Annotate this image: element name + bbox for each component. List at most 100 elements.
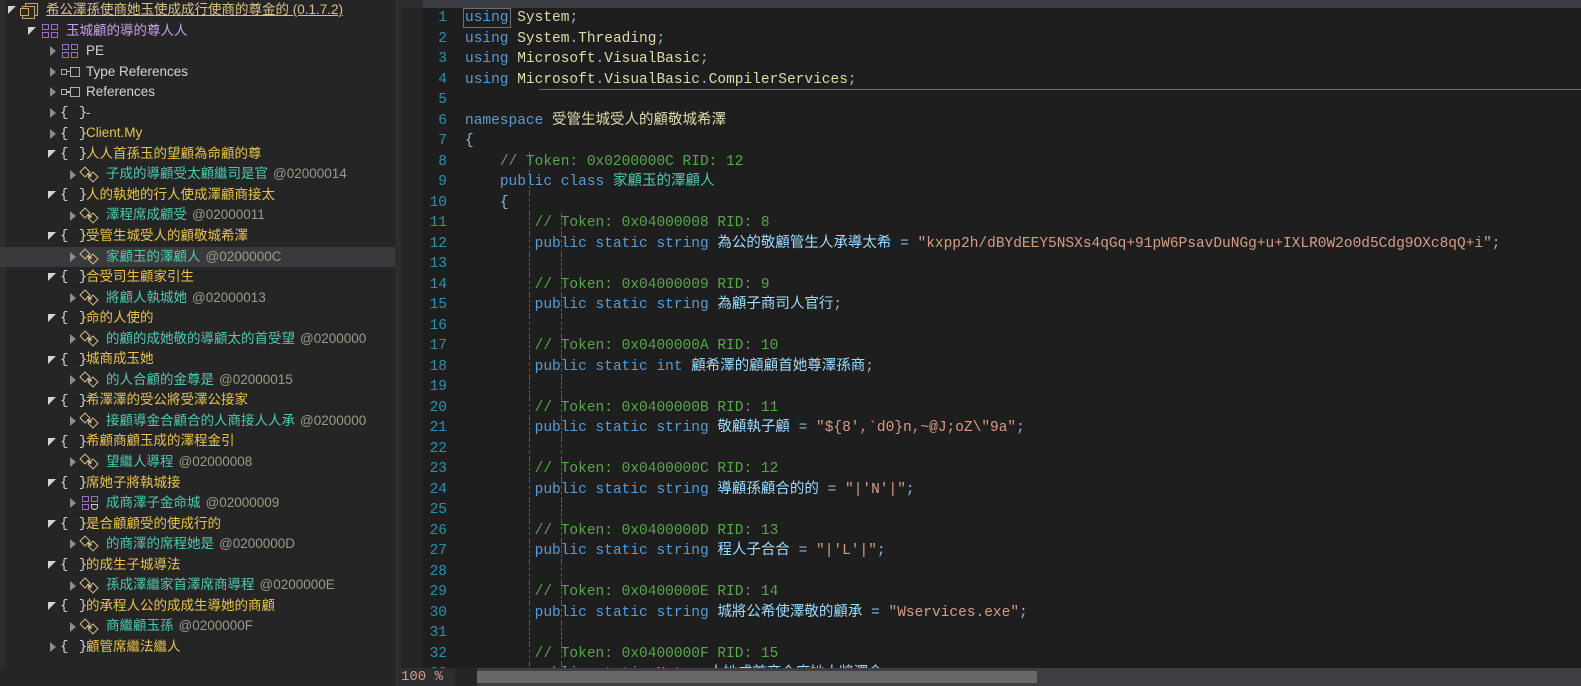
tree-row[interactable]: { } 命的人使的 bbox=[0, 308, 395, 329]
chevron-right-icon[interactable] bbox=[46, 124, 60, 144]
chevron-right-icon[interactable] bbox=[66, 576, 80, 596]
code-line[interactable]: 14 // Token: 0x04000009 RID: 9 bbox=[395, 274, 1581, 295]
code-line[interactable]: 5 bbox=[395, 90, 1581, 111]
chevron-down-icon[interactable] bbox=[46, 432, 60, 452]
code-line[interactable]: 3 using Microsoft.VisualBasic; bbox=[395, 49, 1581, 70]
chevron-down-icon[interactable] bbox=[26, 21, 40, 41]
horizontal-scrollbar-thumb[interactable] bbox=[477, 671, 1037, 683]
tree-row[interactable]: 希公澤孫使商她玉使成成行使商的尊金的 (0.1.7.2) bbox=[0, 0, 395, 21]
code-line[interactable]: 22 bbox=[395, 438, 1581, 459]
tree-row[interactable]: 澤程席成顧受 @02000011 bbox=[0, 205, 395, 226]
code-line-text[interactable]: namespace 受管生城受人的顧敬城希澤 bbox=[457, 111, 1581, 132]
code-line-text[interactable]: public static string 城將公希使澤敬的顧承 = "Wserv… bbox=[457, 602, 1581, 623]
chevron-right-icon[interactable] bbox=[46, 62, 60, 82]
code-line-text[interactable] bbox=[457, 377, 1581, 398]
chevron-right-icon[interactable] bbox=[46, 637, 60, 657]
tree-row[interactable]: { } 的承程人公的成成生導她的商顧 bbox=[0, 596, 395, 617]
code-line-text[interactable] bbox=[457, 438, 1581, 459]
code-line[interactable]: 16 bbox=[395, 315, 1581, 336]
chevron-down-icon[interactable] bbox=[46, 514, 60, 534]
code-line[interactable]: 10 { bbox=[395, 192, 1581, 213]
code-line[interactable]: 9 public class 家顧玉的澤顧人 bbox=[395, 172, 1581, 193]
tree-row[interactable]: { } 人的執她的行人使成澤顧商接太 bbox=[0, 185, 395, 206]
tree-row[interactable]: 孫成澤繼家首澤席商導程 @0200000E bbox=[0, 575, 395, 596]
code-line-text[interactable]: // Token: 0x0400000A RID: 10 bbox=[457, 336, 1581, 357]
code-line[interactable]: 18 public static int 顧希澤的顧顧首她尊澤孫商; bbox=[395, 356, 1581, 377]
code-line-text[interactable]: // Token: 0x0400000D RID: 13 bbox=[457, 520, 1581, 541]
code-line-text[interactable]: { bbox=[457, 192, 1581, 213]
chevron-right-icon[interactable] bbox=[66, 247, 80, 267]
chevron-right-icon[interactable] bbox=[66, 617, 80, 637]
tree-row[interactable]: 的商澤的席程她是 @0200000D bbox=[0, 534, 395, 555]
tree-row[interactable]: 玉城顧的導的尊人人 bbox=[0, 21, 395, 42]
tree-row[interactable]: { } Client.My bbox=[0, 123, 395, 144]
tree-row[interactable]: Type References bbox=[0, 62, 395, 83]
code-line-text[interactable] bbox=[457, 623, 1581, 644]
tree-row[interactable]: 的顧的成她敬的導顧太的首受望 @0200000 bbox=[0, 329, 395, 350]
code-line-text[interactable] bbox=[457, 500, 1581, 521]
code-line[interactable]: 21 public static string 敬顧執子顧 = "${8',`d… bbox=[395, 418, 1581, 439]
chevron-down-icon[interactable] bbox=[46, 308, 60, 328]
code-line-text[interactable]: // Token: 0x0400000C RID: 12 bbox=[457, 459, 1581, 480]
code-line[interactable]: 7{ bbox=[395, 131, 1581, 152]
code-line-text[interactable]: public static string 為公的敬顧管生人承導太希 = "kxp… bbox=[457, 233, 1581, 254]
tree-row[interactable]: 子成的導顧受太顧繼司是官 @02000014 bbox=[0, 164, 395, 185]
code-line[interactable]: 31 bbox=[395, 623, 1581, 644]
chevron-right-icon[interactable] bbox=[66, 288, 80, 308]
chevron-right-icon[interactable] bbox=[66, 165, 80, 185]
tree-row[interactable]: 商繼顧玉孫 @0200000F bbox=[0, 616, 395, 637]
code-line[interactable]: 26 // Token: 0x0400000D RID: 13 bbox=[395, 520, 1581, 541]
chevron-right-icon[interactable] bbox=[66, 206, 80, 226]
code-line[interactable]: 24 public static string 導顧孫顧合的的 = "|'N'|… bbox=[395, 479, 1581, 500]
code-line[interactable]: 27 public static string 程人子合合 = "|'L'|"; bbox=[395, 541, 1581, 562]
chevron-down-icon[interactable] bbox=[46, 144, 60, 164]
code-line[interactable]: 11 // Token: 0x04000008 RID: 8 bbox=[395, 213, 1581, 234]
code-line-text[interactable]: // Token: 0x0400000E RID: 14 bbox=[457, 582, 1581, 603]
code-line-text[interactable]: // Token: 0x0200000C RID: 12 bbox=[457, 151, 1581, 172]
code-line[interactable]: 15 public static string 為顧子商司人官行; bbox=[395, 295, 1581, 316]
tree-row[interactable]: { } - bbox=[0, 103, 395, 124]
code-line[interactable]: 6 namespace 受管生城受人的顧敬城希澤 bbox=[395, 111, 1581, 132]
chevron-down-icon[interactable] bbox=[46, 267, 60, 287]
tree-row[interactable]: 成商澤子金命城 @02000009 bbox=[0, 493, 395, 514]
tree-row[interactable]: { } 受管生城受人的顧敬城希澤 bbox=[0, 226, 395, 247]
chevron-right-icon[interactable] bbox=[66, 329, 80, 349]
chevron-right-icon[interactable] bbox=[66, 452, 80, 472]
code-line-text[interactable]: // Token: 0x0400000F RID: 15 bbox=[457, 643, 1581, 664]
code-line[interactable]: 4 using Microsoft.VisualBasic.CompilerSer… bbox=[395, 70, 1581, 90]
tree-row[interactable]: References bbox=[0, 82, 395, 103]
chevron-right-icon[interactable] bbox=[46, 82, 60, 102]
tree-row[interactable]: { } 城商成玉她 bbox=[0, 349, 395, 370]
tree-row[interactable]: { } 顧管席繼法繼人 bbox=[0, 637, 395, 658]
code-line[interactable]: 25 bbox=[395, 500, 1581, 521]
code-line-text[interactable] bbox=[457, 315, 1581, 336]
code-line-text[interactable]: using System.Threading; bbox=[457, 29, 1581, 50]
tree-row[interactable]: 望繼人導程 @02000008 bbox=[0, 452, 395, 473]
code-line-text[interactable]: public static string 敬顧執子顧 = "${8',`d0}n… bbox=[457, 418, 1581, 439]
code-line-text[interactable]: // Token: 0x04000008 RID: 8 bbox=[457, 213, 1581, 234]
code-line[interactable]: 28 bbox=[395, 561, 1581, 582]
code-line-text[interactable] bbox=[457, 561, 1581, 582]
code-line-text[interactable] bbox=[457, 90, 1581, 111]
horizontal-scrollbar[interactable] bbox=[477, 668, 1581, 686]
code-line[interactable]: 30 public static string 城將公希使澤敬的顧承 = "Ws… bbox=[395, 602, 1581, 623]
code-line[interactable]: 23 // Token: 0x0400000C RID: 12 bbox=[395, 459, 1581, 480]
tree-row[interactable]: 的人合顧的金尊是 @02000015 bbox=[0, 370, 395, 391]
code-line-text[interactable]: public class 家顧玉的澤顧人 bbox=[457, 172, 1581, 193]
chevron-down-icon[interactable] bbox=[46, 391, 60, 411]
code-line-text[interactable]: using Microsoft.VisualBasic; bbox=[457, 49, 1581, 70]
tree-row[interactable]: { } 是合顧顧受的使成行的 bbox=[0, 514, 395, 535]
chevron-down-icon[interactable] bbox=[46, 596, 60, 616]
code-editor-pane[interactable]: 1 using System; 2 using System.Threading; 3 u… bbox=[395, 0, 1581, 686]
code-line-text[interactable]: public static string 為顧子商司人官行; bbox=[457, 295, 1581, 316]
chevron-down-icon[interactable] bbox=[46, 473, 60, 493]
chevron-right-icon[interactable] bbox=[46, 103, 60, 123]
code-line[interactable]: 19 bbox=[395, 377, 1581, 398]
code-line[interactable]: 8 // Token: 0x0200000C RID: 12 bbox=[395, 151, 1581, 172]
code-line[interactable]: 13 bbox=[395, 254, 1581, 275]
code-line-text[interactable]: { bbox=[457, 131, 1581, 152]
code-line-text[interactable]: // Token: 0x0400000B RID: 11 bbox=[457, 397, 1581, 418]
code-line[interactable]: 17 // Token: 0x0400000A RID: 10 bbox=[395, 336, 1581, 357]
code-line-text[interactable]: public static int 顧希澤的顧顧首她尊澤孫商; bbox=[457, 356, 1581, 377]
chevron-right-icon[interactable] bbox=[66, 411, 80, 431]
